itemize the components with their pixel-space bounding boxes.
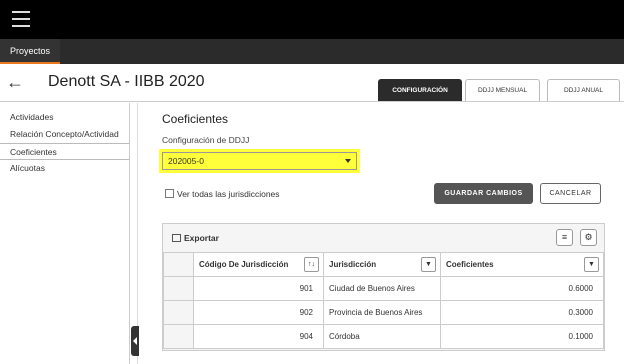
save-button[interactable]: GUARDAR CAMBIOS [434,183,533,204]
row-header-corner [163,252,194,277]
gear-icon[interactable]: ⚙ [580,229,597,246]
tab-ddjj-anual[interactable]: DDJJ ANUAL [547,79,620,101]
back-arrow-icon[interactable]: ← [6,72,24,93]
cell-codigo[interactable]: 904 [193,324,324,349]
table-row[interactable]: 901 Ciudad de Buenos Aires 0.6000 [163,276,604,301]
config-label: Configuración de DDJJ [162,135,250,145]
ddjj-select[interactable]: 202005-0 [159,149,360,173]
export-button[interactable]: Exportar [184,233,219,243]
cell-codigo[interactable]: 901 [193,276,324,301]
table-row[interactable]: 902 Provincia de Buenos Aires 0.3000 [163,300,604,325]
page-header: ← Denott SA - IIBB 2020 CONFIGURACIÓN DD… [0,64,624,102]
cell-coeficiente[interactable]: 0.6000 [440,276,604,301]
cell-jurisdiccion[interactable]: Córdoba [323,324,441,349]
collapse-sidebar-icon[interactable] [131,326,139,356]
export-icon[interactable] [172,234,181,242]
sidebar-item-actividades[interactable]: Actividades [0,109,129,126]
chevron-down-icon[interactable]: ▼ [584,257,599,272]
column-label: Jurisdicción [329,260,377,269]
cell-jurisdiccion[interactable]: Ciudad de Buenos Aires [323,276,441,301]
sidebar-item-coeficientes[interactable]: Coeficientes [0,143,129,160]
show-all-checkbox[interactable] [165,189,174,199]
column-header-codigo[interactable]: Código De Jurisdicción ↑↓ [193,252,324,277]
tab-configuracion[interactable]: CONFIGURACIÓN [378,79,462,101]
grid-table: Código De Jurisdicción ↑↓ Jurisdicción ▼ C… [163,252,604,349]
tab-ddjj-mensual[interactable]: DDJJ MENSUAL [465,79,540,101]
row-selector[interactable] [163,300,194,325]
section-title: Coeficientes [162,112,229,126]
sidebar-item-relacion[interactable]: Relación Concepto/Actividad [0,126,129,143]
top-bar [0,0,624,39]
caret-down-icon [345,159,351,163]
nav-tab-proyectos[interactable]: Proyectos [0,39,61,64]
row-selector[interactable] [163,324,194,349]
cell-coeficiente[interactable]: 0.3000 [440,300,604,325]
column-header-coeficientes[interactable]: Coeficientes ▼ [440,252,604,277]
row-selector[interactable] [163,276,194,301]
cell-codigo[interactable]: 902 [193,300,324,325]
show-all-row: Ver todas las jurisdicciones [165,185,280,199]
page-title: Denott SA - IIBB 2020 [48,73,205,90]
ddjj-select-value: 202005-0 [168,156,204,166]
column-header-jurisdiccion[interactable]: Jurisdicción ▼ [323,252,441,277]
cell-jurisdiccion[interactable]: Provincia de Buenos Aires [323,300,441,325]
table-row[interactable]: 904 Córdoba 0.1000 [163,324,604,349]
nav-bar: Proyectos [0,39,624,64]
show-all-label: Ver todas las jurisdicciones [177,188,280,199]
list-icon[interactable]: ≡ [556,229,573,246]
column-label: Código De Jurisdicción [199,260,289,269]
column-label: Coeficientes [446,260,494,269]
sidebar-item-alicuotas[interactable]: Alícuotas [0,160,129,177]
panel-splitter[interactable] [137,103,138,364]
sort-icon[interactable]: ↑↓ [304,257,319,272]
cancel-button[interactable]: CANCELAR [540,183,601,204]
coeficientes-grid: Exportar ≡ ⚙ Código De Jurisdicción ↑↓ Ju… [162,223,605,351]
grid-toolbar: Exportar ≡ ⚙ [163,224,604,252]
cell-coeficiente[interactable]: 0.1000 [440,324,604,349]
sidebar: Actividades Relación Concepto/Actividad … [0,103,130,364]
menu-icon[interactable] [12,11,30,27]
chevron-down-icon[interactable]: ▼ [421,257,436,272]
